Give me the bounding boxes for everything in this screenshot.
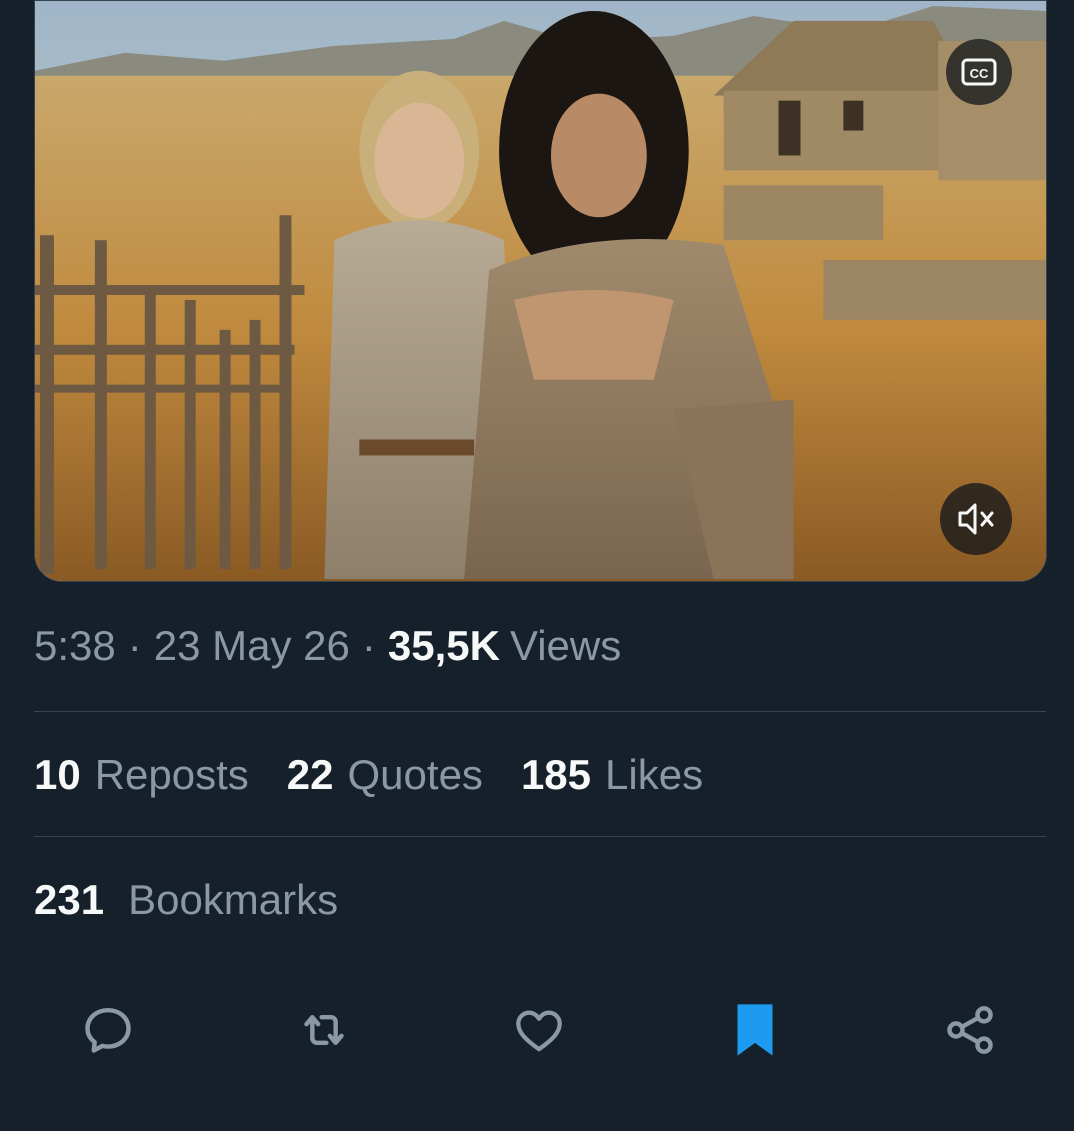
bookmarks-count: 231 — [34, 876, 105, 923]
quotes-stat[interactable]: 22 Quotes — [287, 751, 483, 799]
video-thumbnail[interactable] — [35, 1, 1046, 581]
closed-captions-icon: CC — [961, 58, 997, 86]
reply-icon — [85, 1007, 131, 1053]
like-button[interactable] — [499, 990, 579, 1070]
views-label: Views — [509, 622, 622, 669]
likes-label: Likes — [605, 751, 704, 798]
separator-dot: · — [361, 622, 376, 669]
speaker-muted-icon — [958, 503, 994, 535]
quotes-label: Quotes — [347, 751, 483, 798]
captions-label: CC — [970, 66, 989, 81]
bookmarks-label: Bookmarks — [128, 876, 339, 923]
video-player[interactable]: CC — [34, 0, 1047, 582]
post-metadata: 5:38 · 23 May 26 · 35,5K Views — [34, 622, 621, 670]
likes-stat[interactable]: 185 Likes — [521, 751, 703, 799]
divider — [34, 711, 1046, 712]
mute-button[interactable] — [940, 483, 1012, 555]
quotes-count: 22 — [286, 751, 334, 798]
reposts-label: Reposts — [94, 751, 249, 798]
views-count: 35,5K — [387, 622, 500, 669]
captions-button[interactable]: CC — [946, 39, 1012, 105]
post-time[interactable]: 5:38 — [34, 622, 116, 670]
share-button[interactable] — [930, 990, 1010, 1070]
repost-button[interactable] — [284, 990, 364, 1070]
heart-icon — [516, 1010, 562, 1052]
reposts-count: 10 — [34, 751, 81, 798]
reply-button[interactable] — [68, 990, 148, 1070]
bookmarks-stat: 231 Bookmarks — [34, 876, 338, 924]
engagement-stats: 10 Reposts 22 Quotes 185 Likes — [34, 751, 741, 799]
likes-count: 185 — [520, 751, 592, 798]
repost-icon — [304, 1014, 344, 1046]
post-date[interactable]: 23 May 26 — [154, 622, 350, 670]
share-icon — [947, 1006, 993, 1054]
separator-dot: · — [127, 622, 142, 669]
bookmark-button[interactable] — [715, 990, 795, 1070]
reposts-stat[interactable]: 10 Reposts — [34, 751, 249, 799]
divider — [34, 836, 1046, 837]
bookmark-icon — [737, 1004, 773, 1056]
action-bar — [0, 990, 1074, 1070]
